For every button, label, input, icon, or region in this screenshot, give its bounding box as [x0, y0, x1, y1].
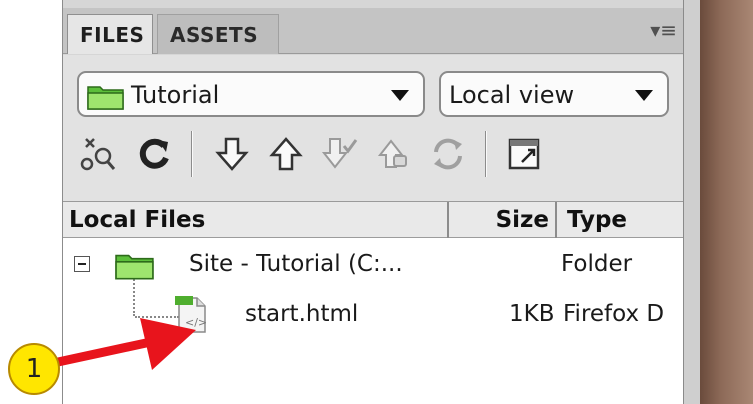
column-header: Local Files Size Type — [63, 202, 683, 238]
toolbar-separator — [485, 131, 487, 177]
row-name: start.html — [245, 301, 359, 327]
toolbar-separator — [191, 131, 193, 177]
folder-icon — [115, 254, 154, 280]
refresh-icon[interactable] — [133, 133, 175, 175]
column-type[interactable]: Type — [563, 202, 683, 238]
panel-body: Tutorial Local view Local Files Size Typ… — [63, 55, 683, 404]
list-item-start-html[interactable]: </> start.html 1KB Firefox D — [63, 290, 683, 338]
panel-options-icon[interactable]: ▾≡ — [650, 20, 677, 40]
row-size: 1KB — [509, 301, 555, 327]
tab-assets[interactable]: ASSETS — [157, 14, 279, 54]
row-name: Site - Tutorial (C:... — [189, 251, 403, 277]
tab-files[interactable]: FILES — [67, 14, 153, 54]
site-dropdown-value: Tutorial — [131, 81, 220, 109]
chevron-down-icon — [635, 90, 653, 101]
files-panel: FILES ASSETS ▾≡ Tutorial Local view Loca… — [62, 0, 683, 404]
expand-icon[interactable] — [503, 133, 545, 175]
row-type: Folder — [561, 251, 633, 277]
put-files-icon[interactable] — [265, 133, 307, 175]
check-in-icon[interactable] — [373, 133, 415, 175]
panel-scroll-edge — [683, 0, 700, 404]
files-toolbar — [73, 125, 673, 183]
view-dropdown-value: Local view — [449, 81, 575, 109]
column-local-files[interactable]: Local Files — [69, 202, 449, 238]
folder-icon — [87, 86, 124, 110]
chevron-down-icon — [391, 90, 409, 101]
background-desktop — [700, 0, 753, 404]
row-type: Firefox D — [563, 301, 665, 327]
file-list: Local Files Size Type Site - Tutorial (C… — [63, 201, 683, 404]
svg-text:</>: </> — [185, 316, 207, 329]
site-dropdown[interactable]: Tutorial — [77, 71, 425, 117]
html-file-icon: </> — [175, 296, 207, 333]
check-out-icon[interactable] — [319, 133, 361, 175]
callout-badge: 1 — [8, 343, 60, 395]
list-item-site-folder[interactable]: Site - Tutorial (C:... Folder — [63, 240, 683, 288]
tab-strip: FILES ASSETS ▾≡ — [63, 8, 683, 54]
get-files-icon[interactable] — [211, 133, 253, 175]
connect-icon[interactable] — [77, 133, 119, 175]
column-size[interactable]: Size — [453, 202, 557, 238]
view-dropdown[interactable]: Local view — [439, 71, 669, 117]
collapse-icon[interactable] — [74, 256, 90, 272]
synchronize-icon[interactable] — [427, 133, 469, 175]
